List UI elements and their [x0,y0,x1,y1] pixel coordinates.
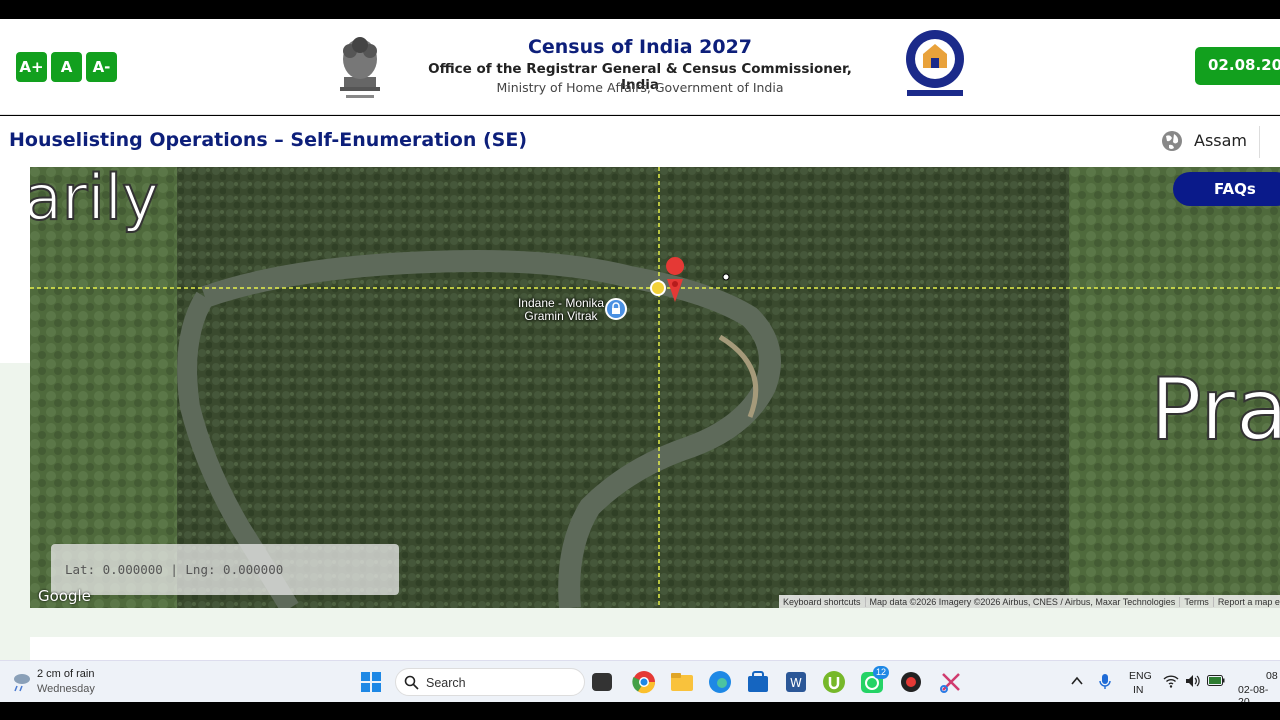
state-selector[interactable]: Assam [1194,131,1247,150]
lat-lng-readout: Lat: 0.000000 | Lng: 0.000000 [51,544,399,595]
chrome-icon[interactable] [632,670,656,694]
font-reset-button[interactable]: A [51,52,82,82]
chevron-up-icon[interactable] [1071,676,1083,686]
map-data-credit: Map data ©2026 Imagery ©2026 Airbus, CNE… [866,596,1181,607]
map-bg-label-right: Pra [1150,360,1280,460]
task-view-icon[interactable] [592,673,612,691]
divider [1259,126,1260,158]
national-emblem-icon [340,37,380,98]
poi-label[interactable]: Indane - Monika Gramin Vitrak [511,297,611,323]
crosshair-center-icon[interactable] [650,280,666,296]
screen-top-border [0,0,1280,19]
search-icon [404,675,419,690]
store-icon[interactable] [746,670,770,694]
poi-label-line2: Gramin Vitrak [524,309,598,323]
map-attribution: Keyboard shortcuts Map data ©2026 Imager… [779,595,1280,608]
content-card [30,637,1280,660]
record-icon[interactable] [899,670,923,694]
font-increase-button[interactable]: A+ [16,52,47,82]
language-code[interactable]: ENG [1129,670,1152,682]
font-decrease-button[interactable]: A- [86,52,117,82]
weather-summary[interactable]: 2 cm of rain [37,668,94,680]
taskbar-search[interactable]: Search [395,668,585,696]
word-icon[interactable]: W [784,670,808,694]
cursor-icon [722,273,730,281]
whatsapp-badge: 12 [873,666,889,679]
wifi-icon[interactable] [1163,674,1179,688]
language-region[interactable]: IN [1133,684,1144,696]
weather-day[interactable]: Wednesday [37,683,95,695]
module-bar: Houselisting Operations – Self-Enumerati… [0,116,1280,167]
clock-time[interactable]: 08 [1266,670,1278,682]
faqs-button[interactable]: FAQs [1173,172,1280,206]
terms-link[interactable]: Terms [1180,596,1214,607]
microphone-icon[interactable] [1099,673,1111,689]
windows-taskbar: 2 cm of rain Wednesday Search W 12 ENG I… [0,660,1280,708]
report-error-link[interactable]: Report a map error [1214,597,1280,607]
svg-text:W: W [790,676,802,690]
map-bg-label-left: arily [30,167,159,234]
satellite-map[interactable]: arily Pra [30,167,1280,608]
keyboard-shortcuts-link[interactable]: Keyboard shortcuts [779,596,866,607]
map-imagery: arily Pra [30,167,1280,608]
snipping-tool-icon[interactable] [939,670,963,694]
date-badge: 02.08.2026 [1195,47,1280,85]
battery-icon[interactable] [1207,675,1225,686]
utorrent-icon[interactable] [822,670,846,694]
page-title: Census of India 2027 [527,36,753,58]
google-logo: Google [38,587,91,605]
rain-cloud-icon[interactable] [10,671,32,693]
ministry-name: Ministry of Home Affairs, Government of … [496,80,784,95]
left-panel [0,167,30,363]
edge-browser-icon[interactable] [708,670,732,694]
module-title: Houselisting Operations – Self-Enumerati… [9,129,528,151]
screen-bottom-border [0,702,1280,720]
globe-icon[interactable] [1161,130,1183,152]
census-2027-logo-icon [906,30,964,96]
site-header: A+ A A- Census of India 2027 Office of t… [0,19,1280,115]
file-explorer-icon[interactable] [670,670,694,694]
windows-start-icon[interactable] [360,671,382,693]
volume-icon[interactable] [1185,674,1201,688]
search-placeholder: Search [426,676,466,690]
